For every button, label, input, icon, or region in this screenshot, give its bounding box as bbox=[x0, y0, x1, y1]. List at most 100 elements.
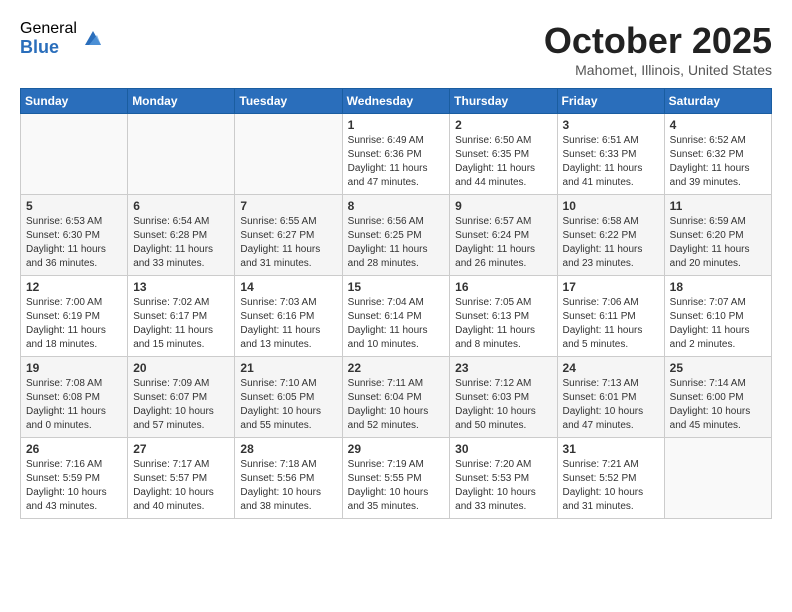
month-title: October 2025 bbox=[544, 20, 772, 62]
calendar-cell: 20 Sunrise: 7:09 AM Sunset: 6:07 PM Dayli… bbox=[128, 357, 235, 438]
day-info: Sunrise: 7:16 AM Sunset: 5:59 PM Dayligh… bbox=[26, 458, 122, 514]
day-info: Sunrise: 6:57 AM Sunset: 6:24 PM Dayligh… bbox=[455, 215, 551, 271]
logo-text: General Blue bbox=[20, 20, 77, 57]
weekday-header-friday: Friday bbox=[557, 89, 664, 114]
day-number: 11 bbox=[670, 199, 766, 213]
calendar-cell bbox=[128, 114, 235, 195]
calendar-cell: 13 Sunrise: 7:02 AM Sunset: 6:17 PM Dayli… bbox=[128, 276, 235, 357]
day-number: 30 bbox=[455, 442, 551, 456]
calendar-cell: 28Sunrise: 7:18 AM Sunset: 5:56 PM Dayli… bbox=[235, 438, 342, 519]
day-number: 9 bbox=[455, 199, 551, 213]
day-info: Sunrise: 7:17 AM Sunset: 5:57 PM Dayligh… bbox=[133, 458, 229, 514]
day-number: 28 bbox=[240, 442, 336, 456]
calendar-week-row: 12 Sunrise: 7:00 AM Sunset: 6:19 PM Dayli… bbox=[21, 276, 772, 357]
calendar-cell: 18 Sunrise: 7:07 AM Sunset: 6:10 PM Dayli… bbox=[664, 276, 771, 357]
calendar-cell: 9 Sunrise: 6:57 AM Sunset: 6:24 PM Daylig… bbox=[450, 195, 557, 276]
day-number: 29 bbox=[348, 442, 445, 456]
day-number: 3 bbox=[563, 118, 659, 132]
weekday-header-tuesday: Tuesday bbox=[235, 89, 342, 114]
calendar-cell: 21 Sunrise: 7:10 AM Sunset: 6:05 PM Dayli… bbox=[235, 357, 342, 438]
day-info: Sunrise: 7:13 AM Sunset: 6:01 PM Dayligh… bbox=[563, 377, 659, 433]
day-info: Sunrise: 7:20 AM Sunset: 5:53 PM Dayligh… bbox=[455, 458, 551, 514]
page-header: General Blue October 2025 Mahomet, Illin… bbox=[20, 20, 772, 78]
day-info: Sunrise: 6:55 AM Sunset: 6:27 PM Dayligh… bbox=[240, 215, 336, 271]
day-info: Sunrise: 6:50 AM Sunset: 6:35 PM Dayligh… bbox=[455, 134, 551, 190]
day-number: 14 bbox=[240, 280, 336, 294]
day-info: Sunrise: 6:56 AM Sunset: 6:25 PM Dayligh… bbox=[348, 215, 445, 271]
day-info: Sunrise: 7:03 AM Sunset: 6:16 PM Dayligh… bbox=[240, 296, 336, 352]
weekday-header-row: SundayMondayTuesdayWednesdayThursdayFrid… bbox=[21, 89, 772, 114]
day-info: Sunrise: 7:07 AM Sunset: 6:10 PM Dayligh… bbox=[670, 296, 766, 352]
calendar-cell: 25Sunrise: 7:14 AM Sunset: 6:00 PM Dayli… bbox=[664, 357, 771, 438]
day-info: Sunrise: 6:54 AM Sunset: 6:28 PM Dayligh… bbox=[133, 215, 229, 271]
day-info: Sunrise: 6:58 AM Sunset: 6:22 PM Dayligh… bbox=[563, 215, 659, 271]
location: Mahomet, Illinois, United States bbox=[544, 62, 772, 78]
day-info: Sunrise: 7:12 AM Sunset: 6:03 PM Dayligh… bbox=[455, 377, 551, 433]
day-number: 25 bbox=[670, 361, 766, 375]
day-info: Sunrise: 7:05 AM Sunset: 6:13 PM Dayligh… bbox=[455, 296, 551, 352]
logo: General Blue bbox=[20, 20, 105, 57]
calendar-cell: 10 Sunrise: 6:58 AM Sunset: 6:22 PM Dayli… bbox=[557, 195, 664, 276]
calendar-cell: 29 Sunrise: 7:19 AM Sunset: 5:55 PM Dayli… bbox=[342, 438, 450, 519]
calendar-cell bbox=[235, 114, 342, 195]
day-info: Sunrise: 6:49 AM Sunset: 6:36 PM Dayligh… bbox=[348, 134, 445, 190]
day-number: 21 bbox=[240, 361, 336, 375]
calendar-cell bbox=[21, 114, 128, 195]
calendar-cell: 27 Sunrise: 7:17 AM Sunset: 5:57 PM Dayli… bbox=[128, 438, 235, 519]
day-number: 6 bbox=[133, 199, 229, 213]
day-number: 15 bbox=[348, 280, 445, 294]
calendar-cell: 26Sunrise: 7:16 AM Sunset: 5:59 PM Dayli… bbox=[21, 438, 128, 519]
calendar-week-row: 26Sunrise: 7:16 AM Sunset: 5:59 PM Dayli… bbox=[21, 438, 772, 519]
day-info: Sunrise: 7:09 AM Sunset: 6:07 PM Dayligh… bbox=[133, 377, 229, 433]
title-block: October 2025 Mahomet, Illinois, United S… bbox=[544, 20, 772, 78]
calendar-week-row: 5Sunrise: 6:53 AM Sunset: 6:30 PM Daylig… bbox=[21, 195, 772, 276]
calendar-cell: 16 Sunrise: 7:05 AM Sunset: 6:13 PM Dayli… bbox=[450, 276, 557, 357]
day-info: Sunrise: 7:19 AM Sunset: 5:55 PM Dayligh… bbox=[348, 458, 445, 514]
day-number: 10 bbox=[563, 199, 659, 213]
day-info: Sunrise: 7:00 AM Sunset: 6:19 PM Dayligh… bbox=[26, 296, 122, 352]
calendar-cell: 3 Sunrise: 6:51 AM Sunset: 6:33 PM Daylig… bbox=[557, 114, 664, 195]
day-number: 2 bbox=[455, 118, 551, 132]
calendar-cell bbox=[664, 438, 771, 519]
day-info: Sunrise: 6:53 AM Sunset: 6:30 PM Dayligh… bbox=[26, 215, 122, 271]
day-info: Sunrise: 7:08 AM Sunset: 6:08 PM Dayligh… bbox=[26, 377, 122, 433]
calendar-cell: 19Sunrise: 7:08 AM Sunset: 6:08 PM Dayli… bbox=[21, 357, 128, 438]
day-number: 24 bbox=[563, 361, 659, 375]
day-number: 31 bbox=[563, 442, 659, 456]
calendar-cell: 24 Sunrise: 7:13 AM Sunset: 6:01 PM Dayli… bbox=[557, 357, 664, 438]
calendar-cell: 23 Sunrise: 7:12 AM Sunset: 6:03 PM Dayli… bbox=[450, 357, 557, 438]
calendar-table: SundayMondayTuesdayWednesdayThursdayFrid… bbox=[20, 88, 772, 519]
day-number: 22 bbox=[348, 361, 445, 375]
day-number: 4 bbox=[670, 118, 766, 132]
calendar-cell: 4Sunrise: 6:52 AM Sunset: 6:32 PM Daylig… bbox=[664, 114, 771, 195]
weekday-header-monday: Monday bbox=[128, 89, 235, 114]
day-number: 16 bbox=[455, 280, 551, 294]
weekday-header-sunday: Sunday bbox=[21, 89, 128, 114]
day-number: 17 bbox=[563, 280, 659, 294]
day-info: Sunrise: 7:11 AM Sunset: 6:04 PM Dayligh… bbox=[348, 377, 445, 433]
calendar-cell: 30 Sunrise: 7:20 AM Sunset: 5:53 PM Dayli… bbox=[450, 438, 557, 519]
weekday-header-thursday: Thursday bbox=[450, 89, 557, 114]
day-info: Sunrise: 7:04 AM Sunset: 6:14 PM Dayligh… bbox=[348, 296, 445, 352]
day-number: 18 bbox=[670, 280, 766, 294]
calendar-cell: 22 Sunrise: 7:11 AM Sunset: 6:04 PM Dayli… bbox=[342, 357, 450, 438]
day-info: Sunrise: 7:02 AM Sunset: 6:17 PM Dayligh… bbox=[133, 296, 229, 352]
day-number: 27 bbox=[133, 442, 229, 456]
calendar-cell: 1Sunrise: 6:49 AM Sunset: 6:36 PM Daylig… bbox=[342, 114, 450, 195]
day-number: 13 bbox=[133, 280, 229, 294]
calendar-week-row: 1Sunrise: 6:49 AM Sunset: 6:36 PM Daylig… bbox=[21, 114, 772, 195]
calendar-cell: 7Sunrise: 6:55 AM Sunset: 6:27 PM Daylig… bbox=[235, 195, 342, 276]
logo-general: General bbox=[20, 20, 77, 38]
calendar-cell: 31Sunrise: 7:21 AM Sunset: 5:52 PM Dayli… bbox=[557, 438, 664, 519]
calendar-cell: 8 Sunrise: 6:56 AM Sunset: 6:25 PM Daylig… bbox=[342, 195, 450, 276]
day-number: 20 bbox=[133, 361, 229, 375]
calendar-cell: 12 Sunrise: 7:00 AM Sunset: 6:19 PM Dayli… bbox=[21, 276, 128, 357]
day-info: Sunrise: 6:59 AM Sunset: 6:20 PM Dayligh… bbox=[670, 215, 766, 271]
day-info: Sunrise: 6:51 AM Sunset: 6:33 PM Dayligh… bbox=[563, 134, 659, 190]
day-number: 12 bbox=[26, 280, 122, 294]
day-info: Sunrise: 7:10 AM Sunset: 6:05 PM Dayligh… bbox=[240, 377, 336, 433]
calendar-cell: 6 Sunrise: 6:54 AM Sunset: 6:28 PM Daylig… bbox=[128, 195, 235, 276]
day-number: 23 bbox=[455, 361, 551, 375]
day-info: Sunrise: 7:06 AM Sunset: 6:11 PM Dayligh… bbox=[563, 296, 659, 352]
day-number: 8 bbox=[348, 199, 445, 213]
